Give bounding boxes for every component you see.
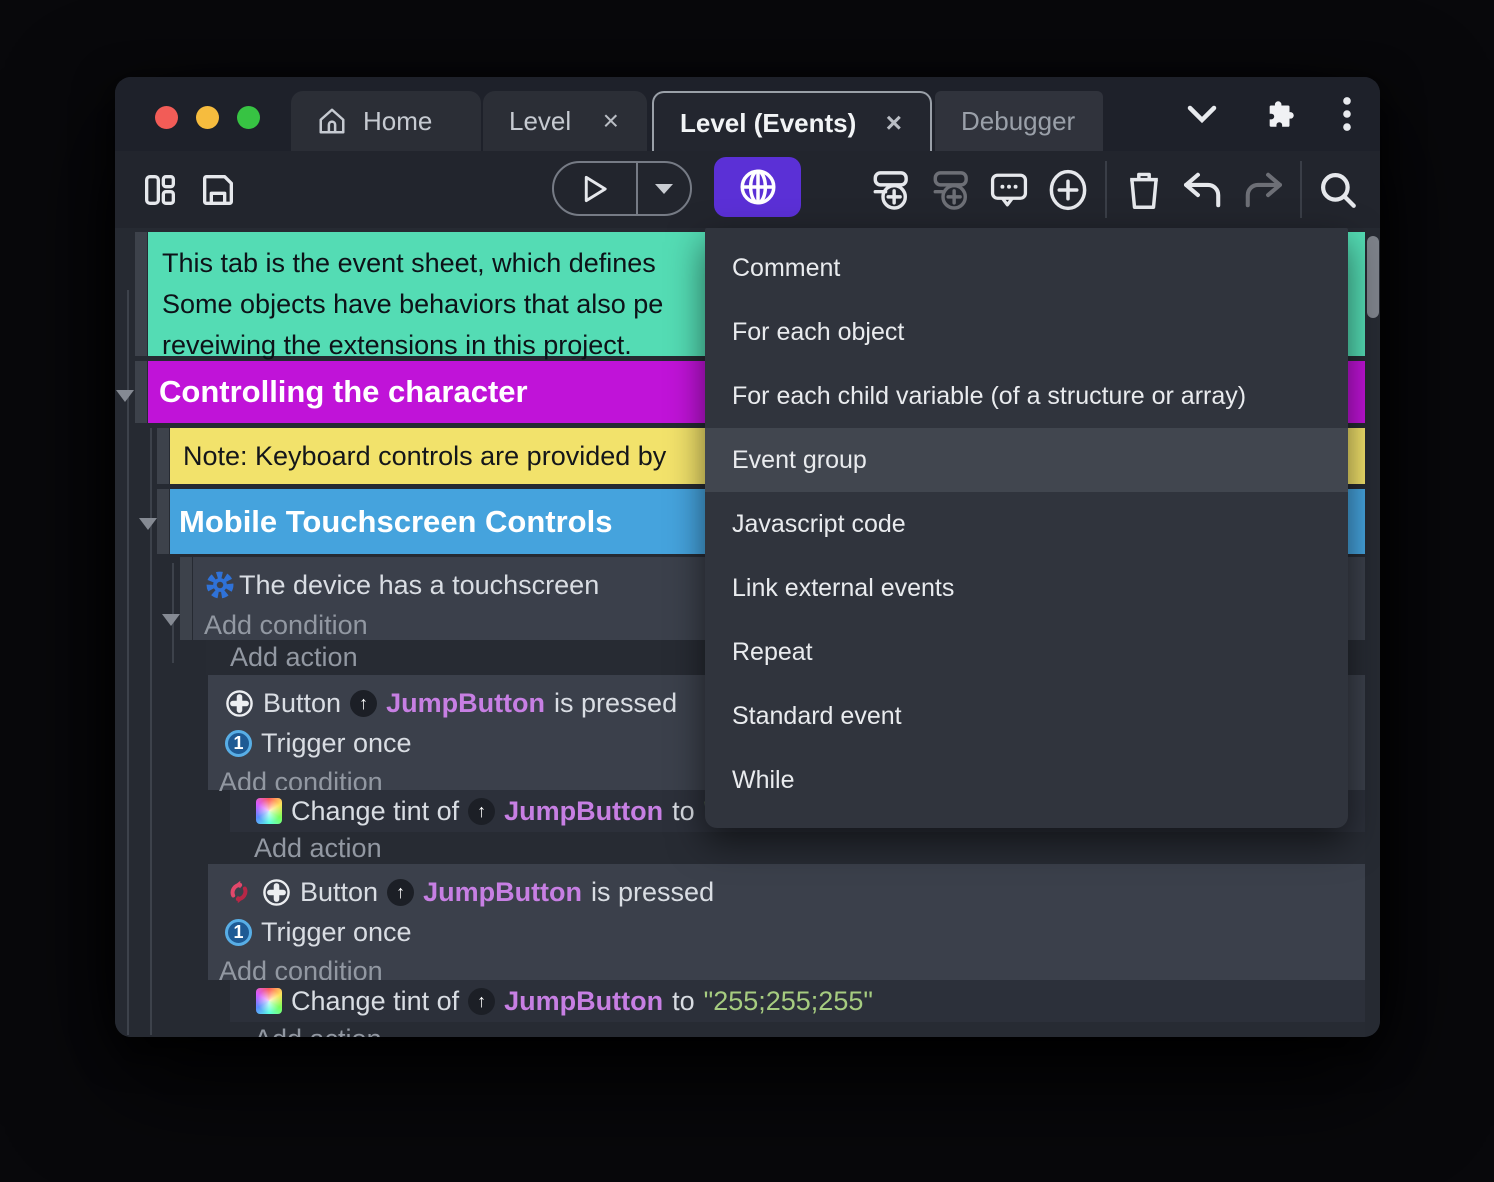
add-comment-icon[interactable] bbox=[981, 151, 1037, 228]
add-action-link[interactable]: Add action bbox=[230, 832, 1365, 864]
object-name: JumpButton bbox=[504, 795, 664, 826]
menu-item-repeat[interactable]: Repeat bbox=[705, 620, 1348, 684]
action-parameter: "255;255;255" bbox=[703, 985, 873, 1016]
menu-item-standard-event[interactable]: Standard event bbox=[705, 684, 1348, 748]
collapse-arrow-icon[interactable] bbox=[162, 614, 180, 626]
jumpbutton-object-icon: ↑ bbox=[468, 797, 496, 825]
collapse-arrow-icon[interactable] bbox=[139, 518, 157, 530]
close-window-button[interactable] bbox=[155, 106, 178, 129]
tab-debugger-label: Debugger bbox=[961, 105, 1076, 136]
close-tab-icon[interactable]: × bbox=[884, 109, 904, 137]
vertical-scrollbar[interactable] bbox=[1367, 236, 1379, 318]
group-title: Controlling the character bbox=[159, 374, 528, 409]
menu-item-comment[interactable]: Comment bbox=[705, 236, 1348, 300]
trash-icon[interactable] bbox=[1120, 151, 1168, 228]
block-handle[interactable] bbox=[135, 361, 147, 423]
app-window: Home Level × Level (Events) × Debugger T… bbox=[115, 77, 1380, 1037]
play-button[interactable] bbox=[554, 163, 636, 214]
tab-bar: Home Level × Level (Events) × Debugger bbox=[115, 77, 1380, 153]
object-name: JumpButton bbox=[423, 876, 583, 907]
note-text: Note: Keyboard controls are provided by bbox=[183, 440, 667, 471]
touch-gear-icon bbox=[205, 570, 235, 600]
jumpbutton-object-icon: ↑ bbox=[350, 689, 378, 717]
condition-text: Button bbox=[263, 687, 342, 718]
block-handle[interactable] bbox=[180, 557, 192, 640]
globe-icon bbox=[737, 166, 779, 208]
kebab-menu-icon[interactable] bbox=[1342, 95, 1352, 133]
toolbar bbox=[115, 151, 1380, 228]
menu-item-while[interactable]: While bbox=[705, 748, 1348, 812]
undo-icon[interactable] bbox=[1178, 151, 1228, 228]
tab-debugger[interactable]: Debugger bbox=[935, 91, 1103, 151]
tint-color-icon bbox=[256, 988, 282, 1014]
close-tab-icon[interactable]: × bbox=[601, 107, 621, 135]
home-icon bbox=[317, 106, 347, 136]
menu-item-for-each-object[interactable]: For each object bbox=[705, 300, 1348, 364]
action-row[interactable]: Change tint of ↑ JumpButton to "255;255;… bbox=[230, 980, 1365, 1022]
tab-home-label: Home bbox=[363, 105, 433, 136]
chevron-down-icon[interactable] bbox=[1184, 102, 1220, 126]
menu-item-link-external-events[interactable]: Link external events bbox=[705, 556, 1348, 620]
tab-level-events-label: Level (Events) bbox=[680, 107, 857, 138]
menu-item-for-each-child-variable[interactable]: For each child variable (of a structure … bbox=[705, 364, 1348, 428]
minimize-window-button[interactable] bbox=[196, 106, 219, 129]
button-object-icon bbox=[225, 689, 254, 718]
condition-text: Trigger once bbox=[261, 917, 412, 947]
button-object-icon bbox=[262, 878, 291, 907]
add-event-context-menu: Comment For each object For each child v… bbox=[705, 228, 1348, 828]
save-icon[interactable] bbox=[195, 151, 241, 228]
redo-icon[interactable] bbox=[1238, 151, 1288, 228]
toolbar-divider bbox=[1300, 161, 1302, 218]
zoom-window-button[interactable] bbox=[237, 106, 260, 129]
red-cycle-arrows-icon bbox=[225, 878, 253, 906]
trigger-once-icon: 1 bbox=[225, 730, 252, 757]
object-name: JumpButton bbox=[504, 985, 664, 1016]
tab-level-events[interactable]: Level (Events) × bbox=[652, 91, 932, 153]
add-circle-icon[interactable] bbox=[1043, 151, 1093, 228]
add-subevent-icon[interactable] bbox=[921, 151, 977, 228]
tab-home[interactable]: Home bbox=[291, 91, 481, 151]
desktop-background: Home Level × Level (Events) × Debugger T… bbox=[0, 0, 1494, 1182]
play-dropdown-button[interactable] bbox=[638, 163, 690, 214]
extensions-puzzle-icon[interactable] bbox=[1264, 97, 1298, 131]
search-icon[interactable] bbox=[1313, 151, 1363, 228]
preview-split-button bbox=[552, 161, 692, 216]
add-action-link[interactable]: Add action bbox=[230, 1022, 1365, 1037]
condition-row[interactable]: 1 Trigger once bbox=[208, 913, 1365, 952]
group-title: Mobile Touchscreen Controls bbox=[179, 503, 613, 539]
menu-item-event-group[interactable]: Event group bbox=[705, 428, 1348, 492]
block-handle[interactable] bbox=[157, 428, 169, 484]
browse-globe-button[interactable] bbox=[714, 157, 801, 217]
toolbar-divider bbox=[1105, 161, 1107, 218]
block-handle[interactable] bbox=[135, 232, 147, 356]
tree-guide-line bbox=[172, 563, 174, 663]
condition-text: is pressed bbox=[554, 687, 678, 718]
add-event-icon[interactable] bbox=[861, 151, 917, 228]
tab-level-label: Level bbox=[509, 105, 572, 136]
condition-text: Trigger once bbox=[261, 728, 412, 758]
condition-text: is pressed bbox=[591, 876, 715, 907]
condition-text: Button bbox=[300, 876, 379, 907]
menu-item-javascript-code[interactable]: Javascript code bbox=[705, 492, 1348, 556]
layout-panels-icon[interactable] bbox=[137, 151, 183, 228]
event-block[interactable]: Button ↑ JumpButton is pressed 1 Trigger… bbox=[208, 864, 1365, 986]
jumpbutton-object-icon: ↑ bbox=[468, 987, 496, 1015]
condition-text: The device has a touchscreen bbox=[239, 569, 600, 600]
jumpbutton-object-icon: ↑ bbox=[387, 878, 415, 906]
object-name: JumpButton bbox=[386, 687, 546, 718]
tab-level[interactable]: Level × bbox=[483, 91, 647, 151]
collapse-arrow-icon[interactable] bbox=[116, 390, 134, 402]
condition-row[interactable]: Button ↑ JumpButton is pressed bbox=[208, 864, 1365, 913]
trigger-once-icon: 1 bbox=[225, 919, 252, 946]
block-handle[interactable] bbox=[157, 489, 169, 554]
tint-color-icon bbox=[256, 798, 282, 824]
tabbar-actions bbox=[1184, 95, 1352, 133]
window-controls bbox=[155, 106, 260, 129]
